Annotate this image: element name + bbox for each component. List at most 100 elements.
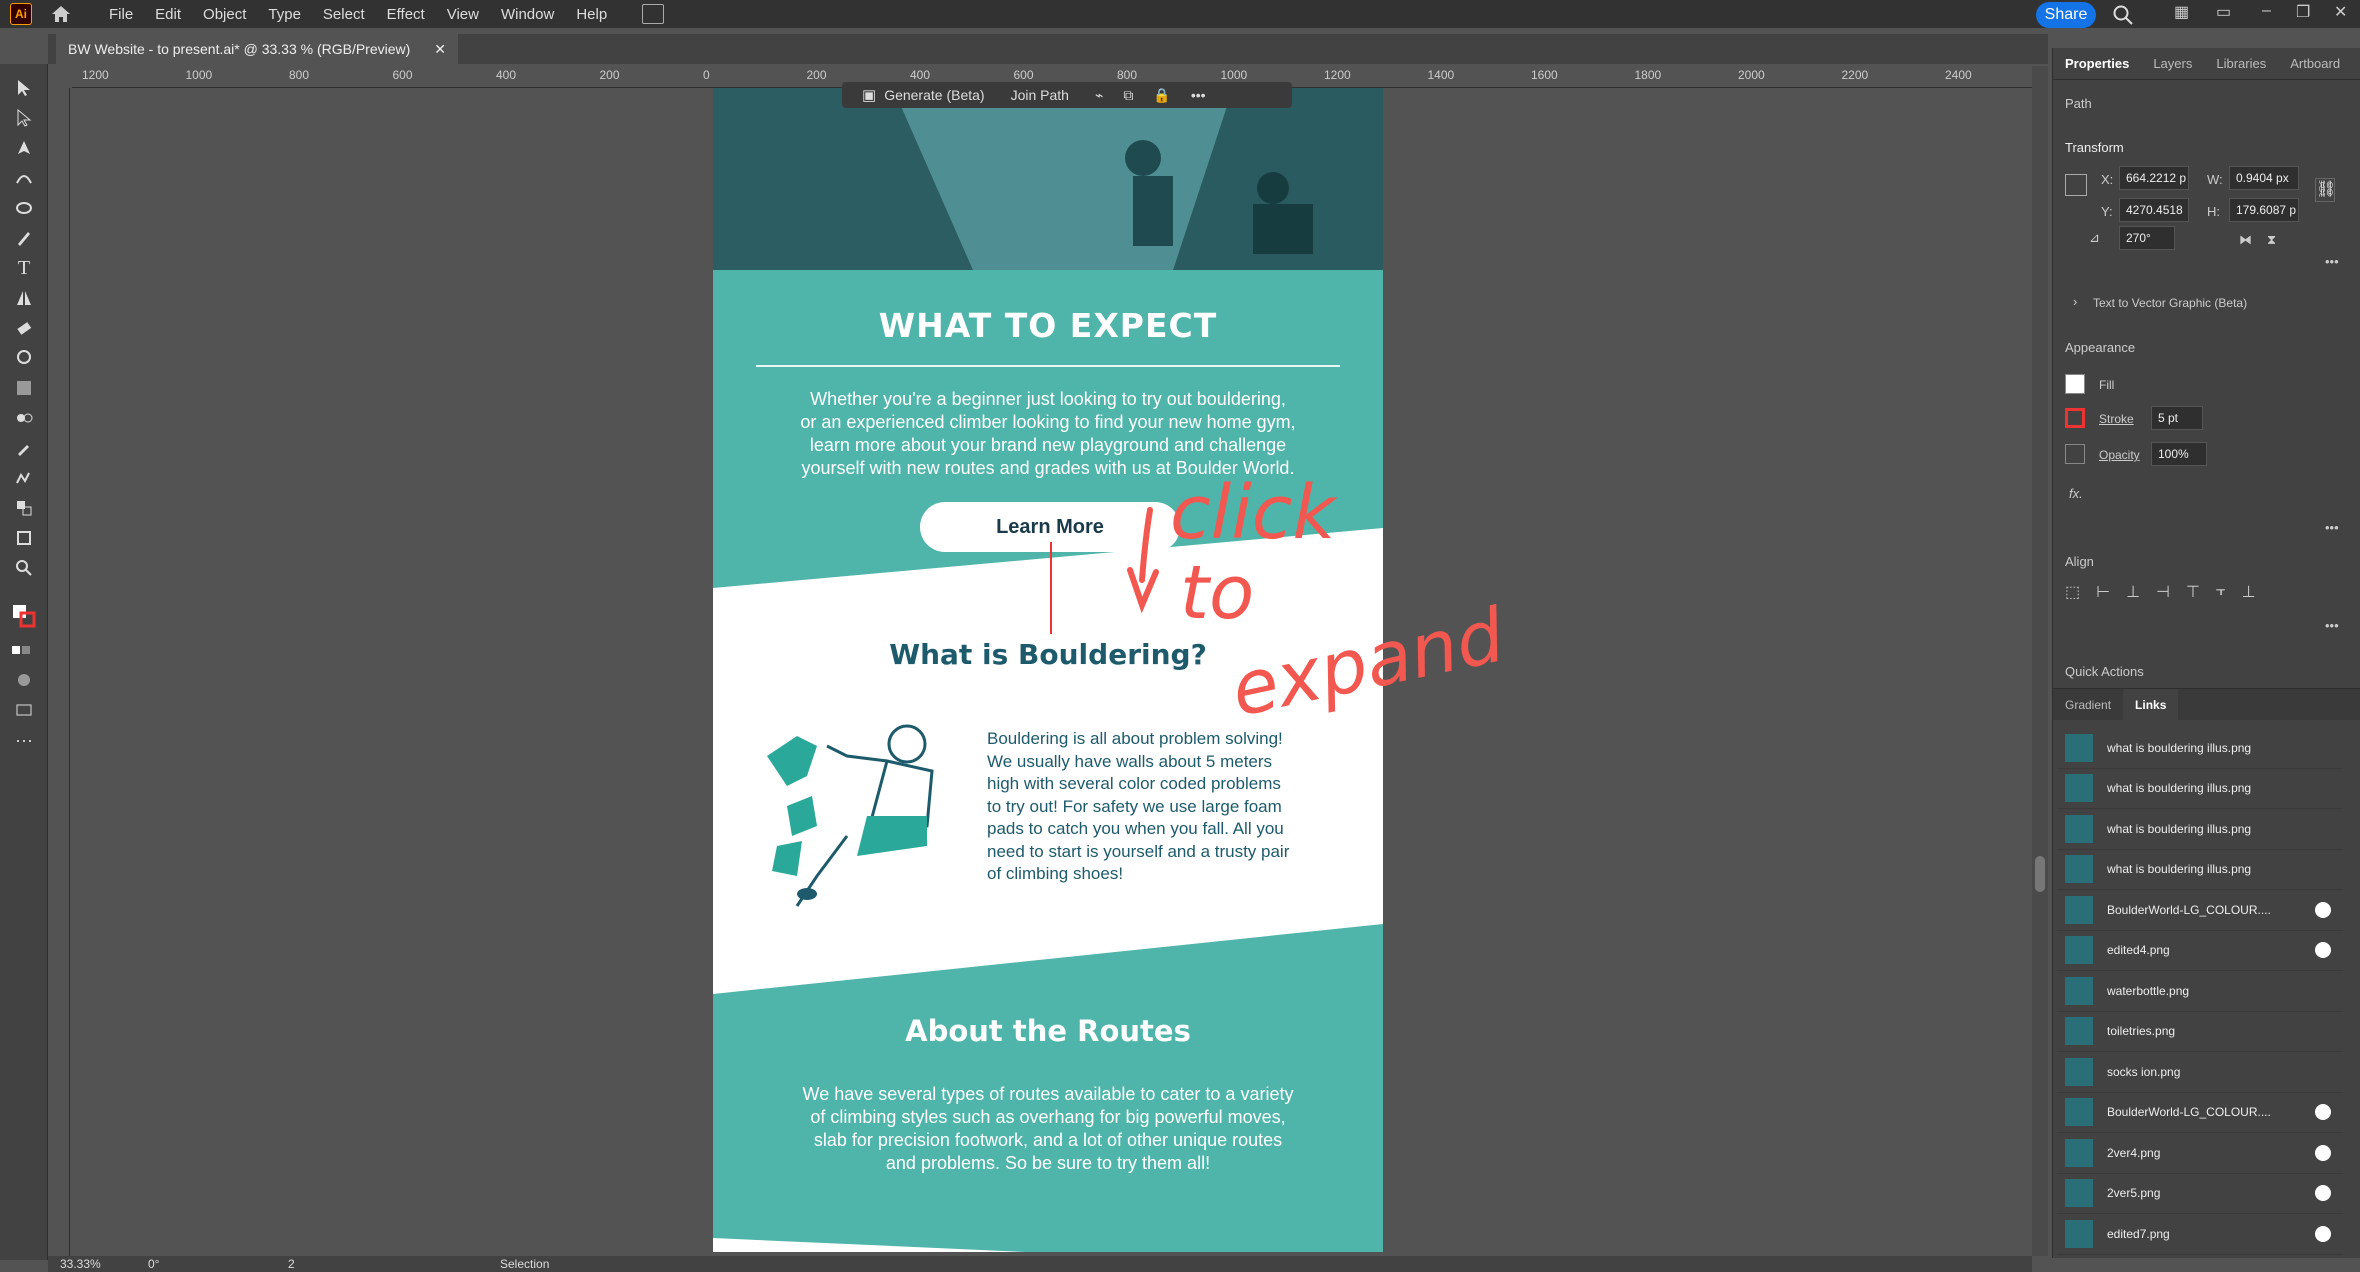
close-window-icon[interactable]: ✕ — [2334, 2, 2347, 22]
align-more-icon[interactable]: ••• — [2325, 618, 2339, 633]
link-row[interactable]: socks ion.png — [2057, 1052, 2343, 1093]
close-tab-icon[interactable]: ✕ — [434, 41, 446, 58]
arrange-icon[interactable]: ⧉ — [1123, 87, 1133, 104]
tab-gradient[interactable]: Gradient — [2053, 698, 2123, 712]
appearance-more-icon[interactable]: ••• — [2325, 520, 2339, 535]
menu-type[interactable]: Type — [257, 6, 312, 23]
more-tools-icon[interactable]: ··· — [12, 728, 36, 752]
path-options-icon[interactable]: ⌁ — [1095, 87, 1103, 104]
pen-tool-icon[interactable] — [12, 136, 36, 160]
restore-icon[interactable]: ❐ — [2296, 2, 2310, 22]
menu-object[interactable]: Object — [192, 6, 257, 23]
selection-tool-icon[interactable] — [12, 76, 36, 100]
rotate-view[interactable]: 0° — [148, 1257, 159, 1271]
menu-help[interactable]: Help — [565, 6, 618, 23]
document-tab[interactable]: BW Website - to present.ai* @ 33.33 % (R… — [56, 34, 459, 64]
align-bottom-icon[interactable]: ⊥ — [2242, 582, 2256, 602]
arrange-documents-icon[interactable] — [642, 4, 665, 24]
align-vcenter-icon[interactable]: ⫟ — [2216, 582, 2226, 602]
chevron-right-icon[interactable]: › — [2073, 294, 2077, 309]
link-row[interactable]: edited4.png — [2057, 931, 2343, 971]
eraser-tool-icon[interactable] — [12, 316, 36, 340]
type-tool-icon[interactable]: T — [12, 256, 36, 280]
stroke-label[interactable]: Stroke — [2099, 412, 2134, 426]
menu-edit[interactable]: Edit — [144, 6, 192, 23]
reference-point-icon[interactable] — [2065, 174, 2087, 196]
puppet-warp-tool-icon[interactable] — [12, 466, 36, 490]
align-left-icon[interactable]: ⊢ — [2096, 582, 2110, 602]
menu-effect[interactable]: Effect — [376, 6, 436, 23]
symbol-tool-icon[interactable] — [12, 496, 36, 520]
link-row[interactable]: what is bouldering illus.png — [2057, 809, 2343, 850]
reflect-tool-icon[interactable] — [12, 286, 36, 310]
align-right-icon[interactable]: ⊣ — [2156, 582, 2170, 602]
link-row[interactable]: what is bouldering illus.png — [2057, 769, 2343, 809]
minimize-icon[interactable]: – — [2262, 2, 2271, 20]
join-path-button[interactable]: Join Path — [1011, 87, 1069, 103]
link-row[interactable]: what is bouldering illus.png — [2057, 728, 2343, 769]
link-row[interactable]: 2ver4.png — [2057, 1133, 2343, 1174]
lock-icon[interactable]: 🔒 — [1153, 87, 1170, 104]
vertical-scrollbar[interactable] — [2032, 66, 2048, 1256]
link-row[interactable]: edited7.png — [2057, 1214, 2343, 1255]
rotate-field[interactable]: 270° — [2119, 226, 2175, 250]
gradient-tool-icon[interactable] — [12, 376, 36, 400]
more-options-icon[interactable]: ••• — [1191, 87, 1206, 103]
link-row[interactable]: BoulderWorld-LG_COLOUR.... — [2057, 1093, 2343, 1133]
constrain-proportions-icon[interactable]: ⛓ — [2315, 178, 2336, 202]
zoom-level[interactable]: 33.33% — [60, 1257, 101, 1271]
width-field[interactable]: 0.9404 px — [2229, 166, 2299, 190]
lasso-tool-icon[interactable] — [12, 346, 36, 370]
menu-view[interactable]: View — [436, 6, 490, 23]
link-row[interactable]: toiletries.png — [2057, 1012, 2343, 1052]
text-to-vector-label[interactable]: Text to Vector Graphic (Beta) — [2093, 296, 2247, 310]
transform-more-icon[interactable]: ••• — [2325, 254, 2339, 269]
fx-icon[interactable]: fx. — [2069, 486, 2083, 501]
curvature-tool-icon[interactable] — [12, 166, 36, 190]
tab-links[interactable]: Links — [2123, 688, 2179, 721]
scrollbar-thumb[interactable] — [2035, 856, 2045, 892]
workspace-icon[interactable]: ▦ — [2174, 2, 2189, 22]
blend-tool-icon[interactable] — [12, 406, 36, 430]
link-row[interactable]: BoulderWorld-LG_COLOUR.... — [2057, 890, 2343, 931]
menu-file[interactable]: File — [98, 6, 144, 23]
artboard-number[interactable]: 2 — [288, 1257, 295, 1271]
fill-stroke-swap-icon[interactable] — [12, 604, 36, 628]
panel-layout-icon[interactable]: ▭ — [2216, 2, 2231, 22]
flip-horizontal-icon[interactable]: ⧓ — [2239, 232, 2252, 248]
tab-libraries[interactable]: Libraries — [2204, 56, 2278, 71]
direct-selection-tool-icon[interactable] — [12, 106, 36, 130]
zoom-tool-icon[interactable] — [12, 556, 36, 580]
align-to-icon[interactable]: ⬚ — [2065, 582, 2080, 602]
generate-button[interactable]: Generate (Beta) — [884, 87, 984, 103]
paintbrush-tool-icon[interactable] — [12, 226, 36, 250]
stroke-swatch[interactable] — [2065, 408, 2085, 428]
ellipse-tool-icon[interactable] — [12, 196, 36, 220]
search-icon[interactable] — [2112, 4, 2134, 31]
eyedropper-tool-icon[interactable] — [12, 436, 36, 460]
artboard-tool-icon[interactable] — [12, 526, 36, 550]
color-mode-icon[interactable] — [12, 638, 36, 662]
opacity-label[interactable]: Opacity — [2099, 448, 2140, 462]
home-icon[interactable] — [50, 3, 72, 25]
tab-layers[interactable]: Layers — [2141, 56, 2204, 71]
stroke-weight-field[interactable]: 5 pt — [2151, 406, 2203, 430]
menu-select[interactable]: Select — [312, 6, 376, 23]
screen-mode-icon[interactable] — [12, 698, 36, 722]
share-button[interactable]: Share — [2036, 2, 2096, 28]
opacity-field[interactable]: 100% — [2151, 442, 2207, 466]
flip-vertical-icon[interactable]: ⧗ — [2267, 232, 2276, 248]
menu-window[interactable]: Window — [490, 6, 565, 23]
link-row[interactable]: what is bouldering illus.png — [2057, 850, 2343, 890]
link-row[interactable]: waterbottle.png — [2057, 971, 2343, 1012]
x-field[interactable]: 664.2212 p — [2119, 166, 2189, 190]
height-field[interactable]: 179.6087 p — [2229, 198, 2299, 222]
generate-icon[interactable]: ▣ — [862, 86, 876, 104]
draw-mode-icon[interactable] — [12, 668, 36, 692]
fill-swatch[interactable] — [2065, 374, 2085, 394]
align-top-icon[interactable]: ⊤ — [2186, 582, 2200, 602]
align-hcenter-icon[interactable]: ⊥ — [2126, 582, 2140, 602]
y-field[interactable]: 4270.4518 — [2119, 198, 2189, 222]
tab-artboards[interactable]: Artboard — [2278, 56, 2352, 71]
tab-properties[interactable]: Properties — [2053, 56, 2141, 71]
